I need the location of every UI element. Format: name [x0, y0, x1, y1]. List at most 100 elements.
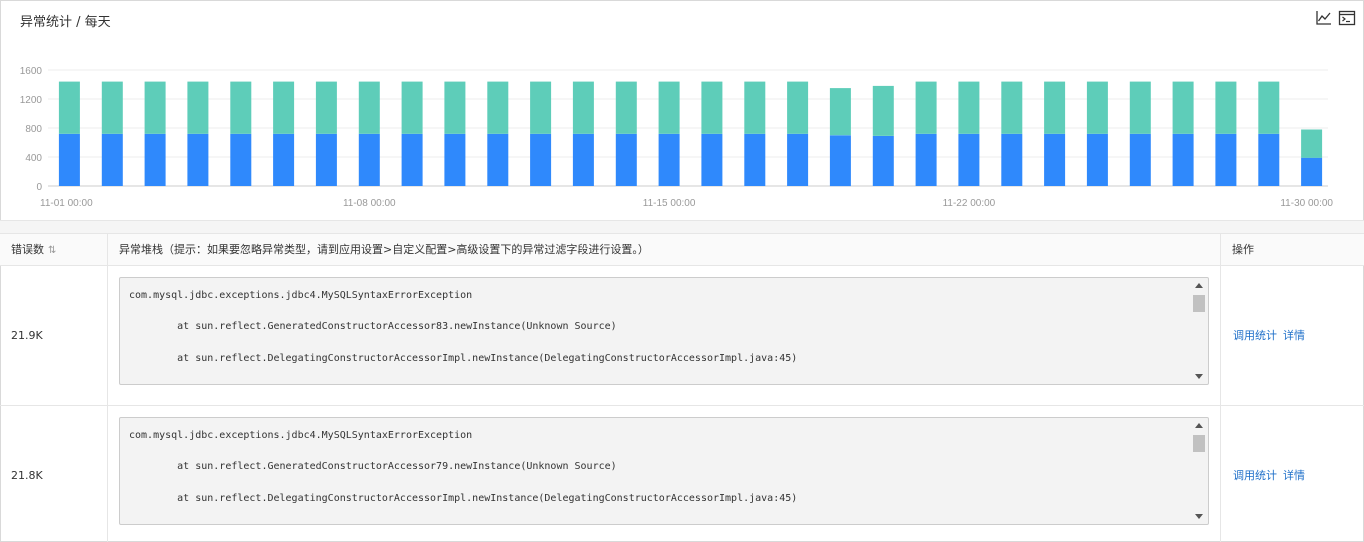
- column-header-ops: 操作: [1232, 243, 1254, 256]
- chart-bar-segment: [829, 88, 851, 136]
- chart-bar-segment: [230, 133, 252, 186]
- sort-icon[interactable]: ⇅: [48, 235, 56, 267]
- chart-bar-segment: [1044, 81, 1066, 134]
- column-header-count-label: 错误数: [11, 243, 44, 256]
- chart-bar-segment: [315, 81, 337, 134]
- chart-bar-segment: [315, 133, 337, 186]
- chart-bar-segment: [658, 133, 680, 186]
- chart-bar-segment: [958, 81, 980, 134]
- chart-bar-segment: [1301, 129, 1323, 158]
- ops-cell: 调用统计 详情: [1221, 266, 1364, 405]
- chart-bar-segment: [744, 133, 766, 186]
- x-tick-label: 11-22 00:00: [943, 198, 996, 209]
- chart-bar-segment: [1215, 133, 1237, 186]
- stack-trace-text: com.mysql.jdbc.exceptions.jdbc4.MySQLSyn…: [129, 430, 798, 504]
- scroll-up-icon[interactable]: [1195, 423, 1203, 428]
- table-header: 错误数 ⇅ 异常堆栈（提示：如果要忽略异常类型，请到应用设置>自定义配置>高级设置…: [0, 234, 1364, 266]
- stack-trace-box[interactable]: com.mysql.jdbc.exceptions.jdbc4.MySQLSyn…: [119, 417, 1209, 525]
- chart-bar-segment: [1044, 133, 1066, 186]
- chart-bar-segment: [915, 81, 937, 134]
- y-tick-label: 800: [25, 124, 42, 135]
- stack-scrollbar[interactable]: [1192, 280, 1206, 382]
- chart-bar-segment: [230, 81, 252, 134]
- chart-bar-segment: [358, 133, 380, 186]
- x-tick-label: 11-30 00:00: [1280, 198, 1333, 209]
- chart-bar-segment: [787, 81, 809, 134]
- error-count: 21.8K: [0, 406, 108, 542]
- y-tick-label: 1600: [20, 66, 43, 77]
- column-header-count[interactable]: 错误数 ⇅: [0, 234, 108, 266]
- daily-exception-chart: 0 400 800 1200 1600 11-01 00:00 11-08 00:00 11-…: [20, 66, 1334, 209]
- scroll-thumb[interactable]: [1193, 295, 1205, 312]
- chart-bar-segment: [444, 133, 466, 186]
- chart-bar-segment: [487, 133, 509, 186]
- chart-bar-segment: [444, 81, 466, 134]
- line-chart-icon[interactable]: [1315, 9, 1333, 27]
- stack-trace-text: com.mysql.jdbc.exceptions.jdbc4.MySQLSyn…: [129, 290, 798, 364]
- chart-bar-segment: [615, 133, 637, 186]
- error-count: 21.9K: [0, 266, 108, 405]
- call-stats-link[interactable]: 调用统计: [1233, 329, 1277, 342]
- column-header-stack: 异常堆栈（提示：如果要忽略异常类型，请到应用设置>自定义配置>高级设置下的异常过…: [108, 234, 1221, 266]
- table-row: 21.9K com.mysql.jdbc.exceptions.jdbc4.My…: [0, 266, 1364, 406]
- y-tick-label: 400: [25, 153, 42, 164]
- chart-bar-segment: [787, 133, 809, 186]
- chart-bar-segment: [744, 81, 766, 134]
- panel-title: 异常统计 / 每天: [20, 15, 111, 30]
- detail-link[interactable]: 详情: [1283, 469, 1305, 482]
- chart-bar-segment: [101, 133, 123, 186]
- chart-bar-segment: [530, 81, 552, 134]
- chart-bar-segment: [829, 135, 851, 187]
- ops-cell: 调用统计 详情: [1221, 406, 1364, 542]
- chart-bar-segment: [572, 133, 594, 186]
- chart-bar-segment: [958, 133, 980, 186]
- x-tick-label: 11-08 00:00: [343, 198, 396, 209]
- chart-bar-segment: [701, 81, 723, 134]
- chart-bar-segment: [1086, 81, 1108, 134]
- chart-bar-segment: [658, 81, 680, 134]
- chart-bar-segment: [358, 81, 380, 134]
- console-icon[interactable]: [1338, 9, 1356, 27]
- chart-bar-segment: [1258, 133, 1280, 186]
- chart-bar-segment: [273, 133, 295, 186]
- chart-bar-segment: [401, 81, 423, 134]
- section-divider: [0, 220, 1364, 234]
- chart-bar-segment: [58, 81, 80, 134]
- y-tick-label: 0: [36, 182, 42, 193]
- stack-scrollbar[interactable]: [1192, 420, 1206, 522]
- chart-bar-segment: [487, 81, 509, 134]
- chart-bar-segment: [615, 81, 637, 134]
- call-stats-link[interactable]: 调用统计: [1233, 469, 1277, 482]
- chart-bar-segment: [187, 133, 209, 186]
- chart-bar-segment: [1001, 133, 1023, 186]
- y-tick-label: 1200: [20, 95, 43, 106]
- x-tick-label: 11-15 00:00: [643, 198, 696, 209]
- chart-bar-segment: [872, 85, 894, 136]
- chart-bar-segment: [572, 81, 594, 134]
- stack-trace-box[interactable]: com.mysql.jdbc.exceptions.jdbc4.MySQLSyn…: [119, 277, 1209, 385]
- scroll-up-icon[interactable]: [1195, 283, 1203, 288]
- chart-bar-segment: [1301, 157, 1323, 186]
- chart-bar-segment: [1086, 133, 1108, 186]
- chart-bar-segment: [872, 136, 894, 186]
- table-row: 21.8K com.mysql.jdbc.exceptions.jdbc4.My…: [0, 406, 1364, 542]
- scroll-down-icon[interactable]: [1195, 374, 1203, 379]
- scroll-thumb[interactable]: [1193, 435, 1205, 452]
- detail-link[interactable]: 详情: [1283, 329, 1305, 342]
- chart-bar-segment: [401, 133, 423, 186]
- chart-bar-segment: [1172, 133, 1194, 186]
- scroll-down-icon[interactable]: [1195, 514, 1203, 519]
- chart-bar-segment: [144, 133, 166, 186]
- chart-bar-segment: [101, 81, 123, 134]
- chart-bar-segment: [58, 133, 80, 186]
- chart-bar-segment: [915, 133, 937, 186]
- chart-bar-segment: [187, 81, 209, 134]
- chart-bar-segment: [701, 133, 723, 186]
- chart-bar-segment: [1129, 81, 1151, 134]
- chart-bar-segment: [1172, 81, 1194, 134]
- chart-bar-segment: [1129, 133, 1151, 186]
- chart-bar-segment: [1001, 81, 1023, 134]
- stack-cell: com.mysql.jdbc.exceptions.jdbc4.MySQLSyn…: [108, 266, 1221, 405]
- chart-bar-segment: [273, 81, 295, 134]
- chart-bar-segment: [1258, 81, 1280, 134]
